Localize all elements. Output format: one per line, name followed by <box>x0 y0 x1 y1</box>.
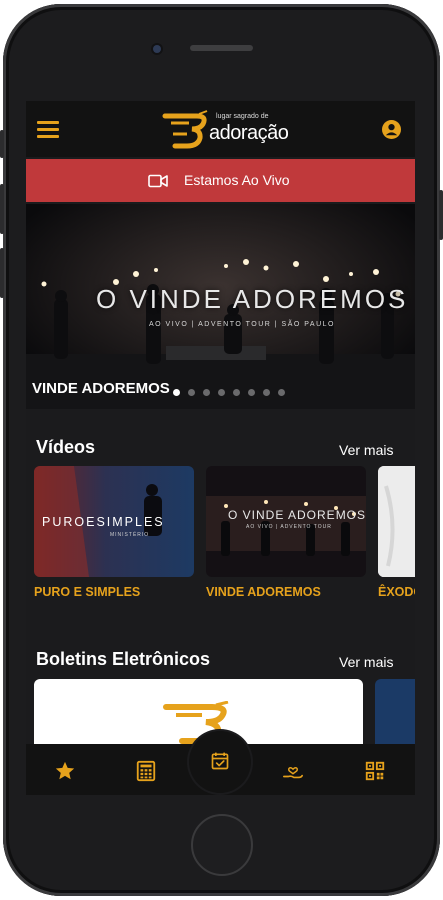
volume-up-button <box>0 184 4 234</box>
app-screen: lugar sagrado de adoração Estamos Ao Viv… <box>26 101 415 795</box>
video-camera-icon <box>148 174 168 188</box>
power-button <box>439 190 443 240</box>
logo-tagline: lugar sagrado de <box>216 113 269 120</box>
logo-wordmark: adoração <box>209 122 289 144</box>
bulletins-see-more-link[interactable]: Ver mais <box>339 654 393 670</box>
calendar-check-icon[interactable] <box>210 751 230 771</box>
bulletins-section-title: Boletins Eletrônicos <box>36 649 211 669</box>
star-icon[interactable] <box>54 760 76 782</box>
video-card-exodo[interactable] <box>378 466 415 577</box>
home-button[interactable] <box>191 814 253 876</box>
video-card-label[interactable]: ÊXODO <box>378 585 415 599</box>
hero-subtitle: AO VIVO | ADVENTO TOUR | SÃO PAULO <box>149 321 335 328</box>
carousel-dot[interactable] <box>278 389 285 396</box>
video-card-label[interactable]: VINDE ADOREMOS <box>206 585 321 599</box>
carousel-dot[interactable] <box>188 389 195 396</box>
video-card-puro-e-simples[interactable]: PUROESIMPLES MINISTÉRIO <box>34 466 194 577</box>
qr-code-icon[interactable] <box>364 760 386 782</box>
video-thumb-title: O VINDE ADOREMOS <box>228 508 366 522</box>
videos-section-title: Vídeos <box>36 437 96 457</box>
user-icon[interactable] <box>382 120 401 139</box>
live-stream-bar[interactable]: Estamos Ao Vivo <box>26 159 415 202</box>
earpiece-speaker <box>190 45 253 51</box>
video-thumb-title: PUROESIMPLES <box>42 515 165 529</box>
live-stream-label: Estamos Ao Vivo <box>184 172 290 188</box>
video-card-label[interactable]: PURO E SIMPLES <box>34 585 140 599</box>
mute-switch <box>0 130 4 158</box>
video-card-vinde-adoremos[interactable]: O VINDE ADOREMOS AO VIVO | ADVENTO TOUR <box>206 466 366 577</box>
volume-down-button <box>0 248 4 298</box>
carousel-dot[interactable] <box>203 389 210 396</box>
video-thumb-subtitle: AO VIVO | ADVENTO TOUR <box>246 524 332 530</box>
carousel-dot[interactable] <box>173 389 180 396</box>
menu-icon[interactable] <box>37 121 59 138</box>
hero-caption: VINDE ADOREMOS <box>32 380 170 397</box>
hero-carousel[interactable]: O VINDE ADOREMOS AO VIVO | ADVENTO TOUR … <box>26 204 415 409</box>
video-thumb-subtitle: MINISTÉRIO <box>110 532 150 538</box>
app-header: lugar sagrado de adoração <box>26 101 415 157</box>
carousel-dot[interactable] <box>218 389 225 396</box>
carousel-dot[interactable] <box>233 389 240 396</box>
video-thumbnail <box>378 466 415 577</box>
app-logo: lugar sagrado de adoração <box>161 108 289 152</box>
carousel-dot[interactable] <box>263 389 270 396</box>
carousel-dot[interactable] <box>248 389 255 396</box>
videos-see-more-link[interactable]: Ver mais <box>339 442 393 458</box>
hand-heart-icon[interactable] <box>282 760 304 782</box>
logo-mark-icon <box>162 110 208 149</box>
calculator-icon[interactable] <box>135 760 157 782</box>
hero-title: O VINDE ADOREMOS <box>96 284 409 314</box>
front-camera <box>153 45 161 53</box>
